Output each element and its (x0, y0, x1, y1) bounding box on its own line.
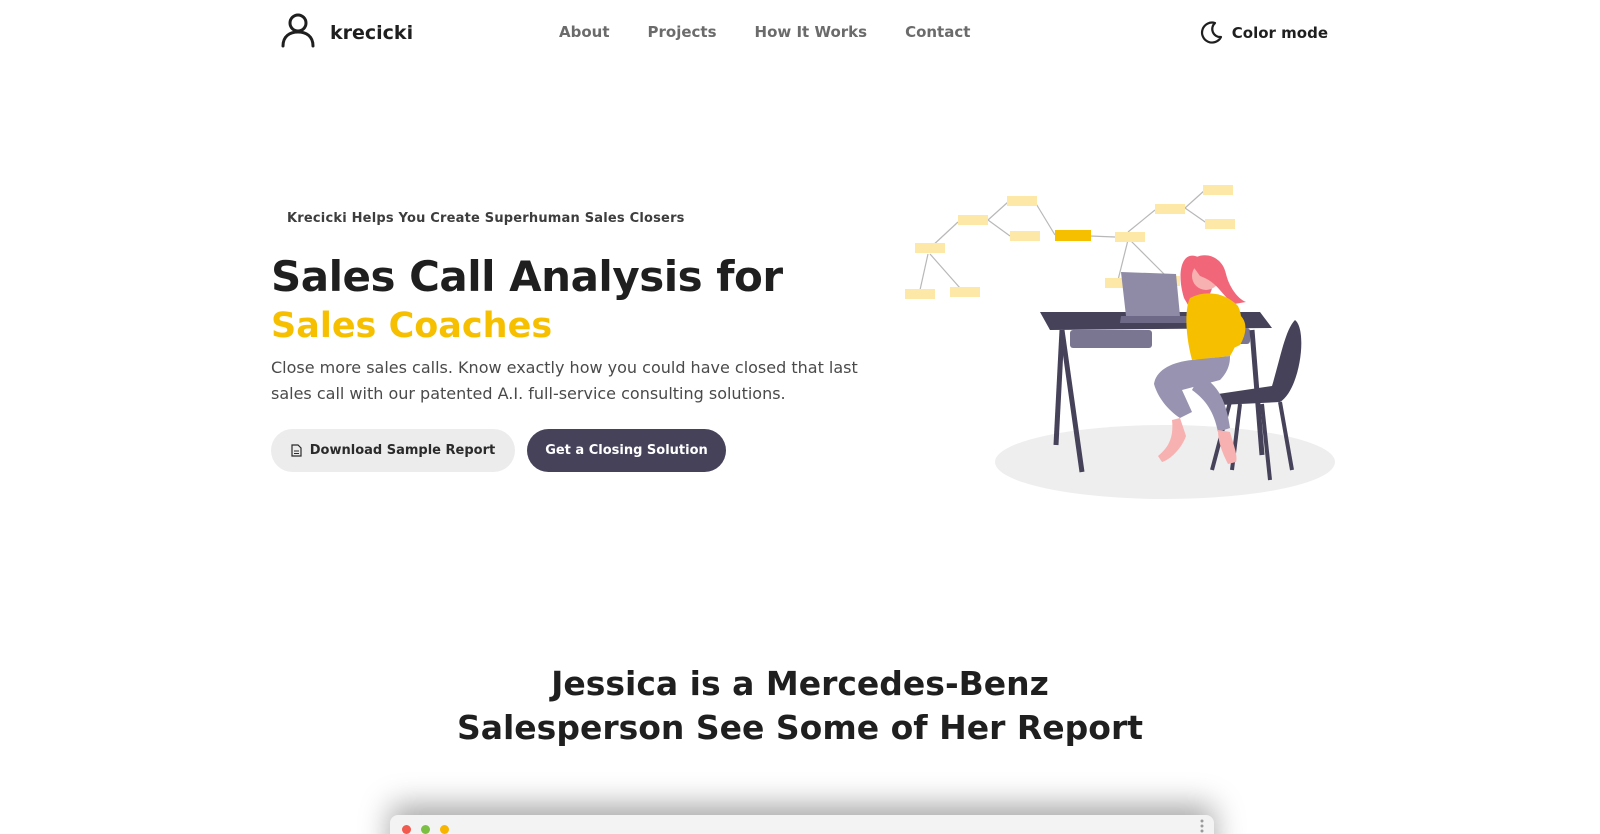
report-title-line-2: Salesperson See Some of Her Report (456, 708, 1144, 747)
nav-links: About Projects How It Works Contact (559, 23, 970, 41)
report-preview-window (390, 815, 1214, 834)
report-title-line-1: Jessica is a Mercedes-Benz (551, 664, 1049, 703)
hero-illustration (905, 185, 1335, 499)
nav-link-how-it-works[interactable]: How It Works (755, 23, 868, 41)
brand-name: krecicki (330, 22, 414, 44)
window-dot-yellow[interactable] (440, 825, 449, 834)
nav-link-projects[interactable]: Projects (648, 23, 717, 41)
window-dot-green[interactable] (421, 825, 430, 834)
report-section-title: Jessica is a Mercedes-Benz Salesperson S… (0, 662, 1600, 750)
window-dot-red[interactable] (402, 825, 411, 834)
hero-headline: Sales Call Analysis for (271, 252, 783, 301)
hero-subtext: Close more sales calls. Know exactly how… (271, 358, 858, 403)
moon-icon (1200, 21, 1222, 44)
hero-headline-accent: Sales Coaches (271, 306, 553, 346)
brand-logo[interactable]: krecicki (280, 12, 413, 48)
color-mode-label: Color mode (1231, 24, 1328, 42)
top-nav: krecicki About Projects How It Works Con… (0, 0, 1600, 66)
download-sample-report-button[interactable]: Download Sample Report (271, 429, 515, 472)
get-closing-solution-button[interactable]: Get a Closing Solution (527, 429, 726, 472)
window-controls (402, 825, 449, 834)
document-icon (291, 444, 302, 457)
user-icon (281, 13, 315, 48)
nav-link-about[interactable]: About (559, 23, 610, 41)
kebab-menu-icon[interactable] (1200, 819, 1204, 833)
nav-link-contact[interactable]: Contact (905, 23, 970, 41)
download-button-label: Download Sample Report (309, 443, 496, 458)
color-mode-toggle[interactable]: Color mode (1198, 20, 1328, 46)
hero-eyebrow: Krecicki Helps You Create Superhuman Sal… (287, 211, 685, 226)
